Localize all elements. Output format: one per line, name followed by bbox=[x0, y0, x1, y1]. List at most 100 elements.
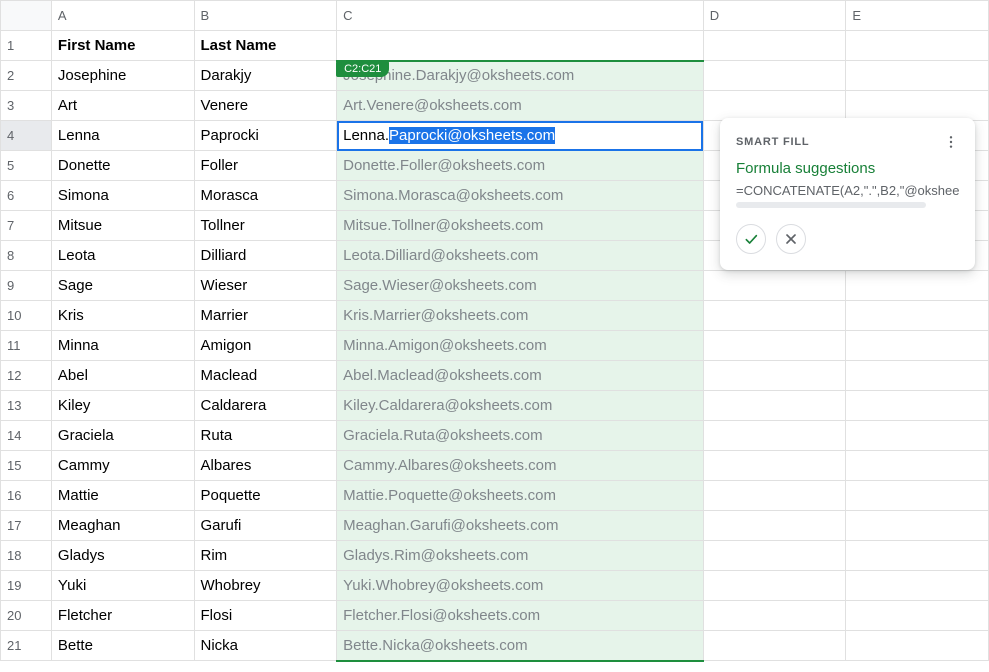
cell-last-name[interactable]: Amigon bbox=[194, 331, 337, 361]
cell[interactable] bbox=[846, 31, 989, 61]
cell[interactable] bbox=[846, 91, 989, 121]
cell-first-name[interactable]: Abel bbox=[51, 361, 194, 391]
cell[interactable] bbox=[703, 571, 846, 601]
cell-last-name[interactable]: Marrier bbox=[194, 301, 337, 331]
cell-first-name[interactable]: Mitsue bbox=[51, 211, 194, 241]
cell[interactable] bbox=[846, 631, 989, 661]
cell-email[interactable]: Leota.Dilliard@oksheets.com bbox=[337, 241, 704, 271]
cell[interactable] bbox=[337, 31, 704, 61]
spreadsheet-grid[interactable]: A B C D E 1First NameLast Name2Josephine… bbox=[0, 0, 989, 662]
row-header[interactable]: 19 bbox=[1, 571, 52, 601]
row-header[interactable]: 13 bbox=[1, 391, 52, 421]
cell-email[interactable]: Mitsue.Tollner@oksheets.com bbox=[337, 211, 704, 241]
col-header-b[interactable]: B bbox=[194, 1, 337, 31]
row-header[interactable]: 18 bbox=[1, 541, 52, 571]
cell-last-name[interactable]: Albares bbox=[194, 451, 337, 481]
cell-last-name[interactable]: Flosi bbox=[194, 601, 337, 631]
cell-email[interactable]: Donette.Foller@oksheets.com bbox=[337, 151, 704, 181]
cell-last-name[interactable]: Foller bbox=[194, 151, 337, 181]
cell[interactable] bbox=[703, 421, 846, 451]
cell-first-name[interactable]: Gladys bbox=[51, 541, 194, 571]
cell[interactable] bbox=[846, 511, 989, 541]
col-header-c[interactable]: C bbox=[337, 1, 704, 31]
cell-last-name[interactable]: Darakjy bbox=[194, 61, 337, 91]
cell-last-name[interactable]: Morasca bbox=[194, 181, 337, 211]
more-icon[interactable] bbox=[943, 134, 959, 150]
cell-email[interactable]: Simona.Morasca@oksheets.com bbox=[337, 181, 704, 211]
col-header-d[interactable]: D bbox=[703, 1, 846, 31]
cell-last-name[interactable]: Wieser bbox=[194, 271, 337, 301]
cell-email[interactable]: Meaghan.Garufi@oksheets.com bbox=[337, 511, 704, 541]
cell[interactable] bbox=[703, 481, 846, 511]
cell-email[interactable]: Fletcher.Flosi@oksheets.com bbox=[337, 601, 704, 631]
cell[interactable] bbox=[703, 61, 846, 91]
cell-last-name[interactable]: Venere bbox=[194, 91, 337, 121]
cell-first-name[interactable]: Meaghan bbox=[51, 511, 194, 541]
cell-email[interactable]: Lenna.Paprocki@oksheets.com bbox=[337, 121, 704, 151]
row-header[interactable]: 1 bbox=[1, 31, 52, 61]
cell[interactable] bbox=[703, 91, 846, 121]
cell[interactable] bbox=[703, 331, 846, 361]
cell-last-name[interactable]: Ruta bbox=[194, 421, 337, 451]
row-header[interactable]: 6 bbox=[1, 181, 52, 211]
cell[interactable] bbox=[846, 571, 989, 601]
cell[interactable] bbox=[846, 271, 989, 301]
cell-last-name[interactable]: Dilliard bbox=[194, 241, 337, 271]
cell-email[interactable]: Bette.Nicka@oksheets.com bbox=[337, 631, 704, 661]
cell[interactable] bbox=[846, 481, 989, 511]
cell-first-name[interactable]: Leota bbox=[51, 241, 194, 271]
cell[interactable] bbox=[846, 421, 989, 451]
cell-first-name[interactable]: Donette bbox=[51, 151, 194, 181]
reject-button[interactable] bbox=[776, 224, 806, 254]
row-header[interactable]: 17 bbox=[1, 511, 52, 541]
cell-email[interactable]: Sage.Wieser@oksheets.com bbox=[337, 271, 704, 301]
cell-first-name[interactable]: Cammy bbox=[51, 451, 194, 481]
col-header-a[interactable]: A bbox=[51, 1, 194, 31]
cell[interactable] bbox=[846, 541, 989, 571]
cell[interactable] bbox=[846, 451, 989, 481]
cell-first-name[interactable]: Mattie bbox=[51, 481, 194, 511]
cell[interactable] bbox=[703, 301, 846, 331]
cell-last-name[interactable]: Nicka bbox=[194, 631, 337, 661]
cell[interactable] bbox=[846, 361, 989, 391]
cell-last-name[interactable]: Whobrey bbox=[194, 571, 337, 601]
cell-email[interactable]: Cammy.Albares@oksheets.com bbox=[337, 451, 704, 481]
cell-last-name[interactable]: Poquette bbox=[194, 481, 337, 511]
cell[interactable] bbox=[846, 601, 989, 631]
cell[interactable] bbox=[703, 451, 846, 481]
row-header[interactable]: 14 bbox=[1, 421, 52, 451]
cell[interactable] bbox=[703, 631, 846, 661]
cell[interactable] bbox=[703, 511, 846, 541]
row-header[interactable]: 7 bbox=[1, 211, 52, 241]
cell[interactable] bbox=[703, 391, 846, 421]
cell-first-name[interactable]: Lenna bbox=[51, 121, 194, 151]
row-header[interactable]: 16 bbox=[1, 481, 52, 511]
row-header[interactable]: 3 bbox=[1, 91, 52, 121]
cell[interactable] bbox=[846, 301, 989, 331]
cell-first-name[interactable]: Bette bbox=[51, 631, 194, 661]
row-header[interactable]: 15 bbox=[1, 451, 52, 481]
cell-email[interactable]: Kiley.Caldarera@oksheets.com bbox=[337, 391, 704, 421]
accept-button[interactable] bbox=[736, 224, 766, 254]
cell[interactable] bbox=[703, 361, 846, 391]
cell-last-name[interactable]: Maclead bbox=[194, 361, 337, 391]
cell-last-name[interactable]: Paprocki bbox=[194, 121, 337, 151]
row-header[interactable]: 8 bbox=[1, 241, 52, 271]
cell-first-name[interactable]: Fletcher bbox=[51, 601, 194, 631]
cell-email[interactable]: Abel.Maclead@oksheets.com bbox=[337, 361, 704, 391]
cell-first-name[interactable]: Kris bbox=[51, 301, 194, 331]
cell[interactable] bbox=[703, 271, 846, 301]
cell-last-name[interactable]: Garufi bbox=[194, 511, 337, 541]
cell[interactable] bbox=[703, 31, 846, 61]
row-header[interactable]: 5 bbox=[1, 151, 52, 181]
cell-first-name[interactable]: Minna bbox=[51, 331, 194, 361]
row-header[interactable]: 10 bbox=[1, 301, 52, 331]
cell-email[interactable]: Mattie.Poquette@oksheets.com bbox=[337, 481, 704, 511]
cell[interactable] bbox=[703, 601, 846, 631]
row-header[interactable]: 20 bbox=[1, 601, 52, 631]
cell-last-name[interactable]: Tollner bbox=[194, 211, 337, 241]
row-header[interactable]: 11 bbox=[1, 331, 52, 361]
row-header[interactable]: 12 bbox=[1, 361, 52, 391]
cell-first-name[interactable]: Sage bbox=[51, 271, 194, 301]
cell[interactable] bbox=[846, 61, 989, 91]
